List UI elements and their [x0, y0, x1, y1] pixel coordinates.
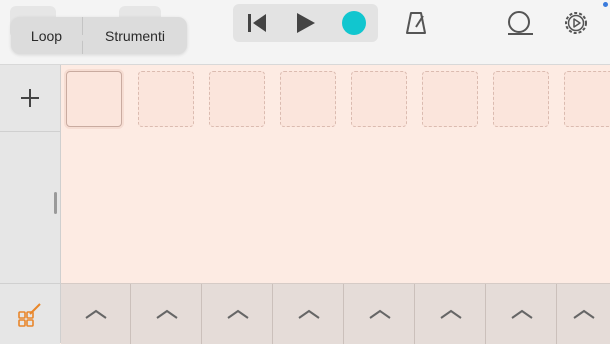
chevron-up-icon: [226, 309, 249, 319]
grid-cell[interactable]: [493, 71, 549, 127]
play-icon[interactable]: [281, 4, 329, 42]
loop-tab[interactable]: Loop: [11, 17, 82, 54]
loop-instruments-popover: Loop Strumenti: [11, 17, 187, 54]
column-trigger-button[interactable]: [487, 284, 557, 344]
grid-cell[interactable]: [351, 71, 407, 127]
loop-grid: [61, 65, 610, 283]
column-trigger-button[interactable]: [203, 284, 273, 344]
metronome-icon[interactable]: [402, 9, 430, 37]
record-icon[interactable]: [330, 4, 378, 42]
skip-to-start-icon[interactable]: [233, 4, 281, 42]
add-track-button[interactable]: [0, 65, 60, 132]
chevron-up-icon: [368, 309, 391, 319]
grid-cell[interactable]: [280, 71, 336, 127]
column-trigger-button[interactable]: [416, 284, 486, 344]
transport-controls: [233, 4, 378, 42]
gear-icon[interactable]: [561, 8, 591, 38]
chevron-up-icon: [573, 309, 595, 319]
chevron-up-icon: [439, 309, 462, 319]
column-trigger-button[interactable]: [274, 284, 344, 344]
column-trigger-button[interactable]: [558, 284, 610, 344]
chevron-up-icon: [84, 309, 107, 319]
view-toggle-button[interactable]: [0, 283, 60, 344]
instruments-tab[interactable]: Strumenti: [83, 17, 187, 54]
column-trigger-button[interactable]: [61, 284, 131, 344]
grid-cell[interactable]: [209, 71, 265, 127]
status-indicator-dot: [603, 2, 608, 7]
grid-cell[interactable]: [422, 71, 478, 127]
column-trigger-button[interactable]: [132, 284, 202, 344]
plus-icon: [21, 89, 39, 107]
column-trigger-button[interactable]: [345, 284, 415, 344]
chevron-up-icon: [297, 309, 320, 319]
popover-arrow: [76, 35, 96, 44]
loop-browser-icon[interactable]: [505, 9, 535, 37]
grid-cell[interactable]: [66, 71, 122, 127]
column-controls: [61, 283, 610, 344]
chevron-up-icon: [510, 309, 533, 319]
grid-cell[interactable]: [138, 71, 194, 127]
grid-pencil-icon: [18, 303, 41, 327]
grid-cell[interactable]: [564, 71, 610, 127]
resize-handle[interactable]: [54, 192, 57, 214]
chevron-up-icon: [155, 309, 178, 319]
